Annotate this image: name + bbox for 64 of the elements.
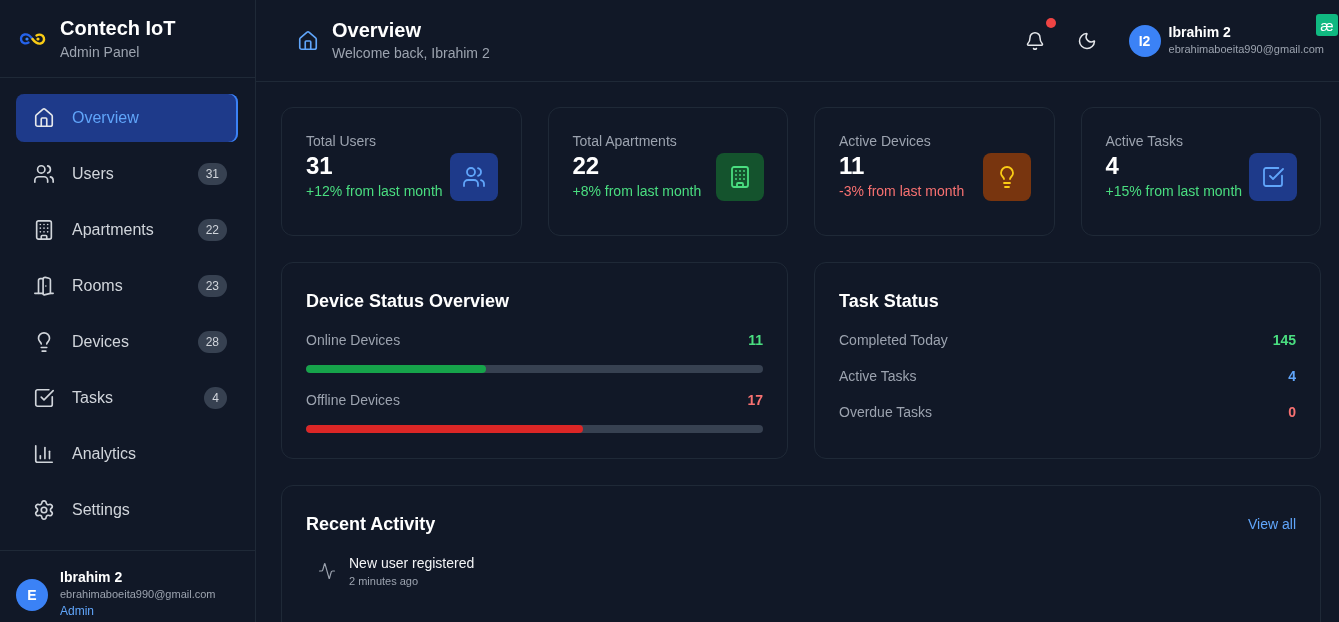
status-label: Online Devices <box>306 332 401 348</box>
users-icon <box>33 163 55 185</box>
user-email: ebrahimaboeita990@gmail.com <box>60 587 216 602</box>
brand-title: Contech IoT <box>60 15 176 40</box>
user-role: Admin <box>60 603 95 620</box>
status-count: 11 <box>748 332 763 348</box>
count-badge: 28 <box>197 331 227 353</box>
bar-chart-icon <box>33 443 55 465</box>
stat-label: Active Devices <box>839 132 932 151</box>
infinity-logo-icon <box>19 30 46 47</box>
status-label: Completed Today <box>839 332 948 348</box>
activity-title: New user registered <box>349 554 475 573</box>
bell-icon <box>1024 30 1045 51</box>
building-icon <box>33 219 55 241</box>
stat-label: Active Tasks <box>1105 132 1185 151</box>
nav-item[interactable]: Devices 28 <box>16 318 238 366</box>
door-icon <box>33 275 55 297</box>
count-badge: 4 <box>204 387 227 409</box>
user-name: Ibrahim 2 <box>60 569 124 586</box>
nav-item[interactable]: Apartments 22 <box>16 206 238 254</box>
house-icon <box>297 29 319 52</box>
stat-label: Total Users <box>306 132 378 151</box>
stat-change: +12% from last month <box>306 182 443 201</box>
count-badge: 23 <box>197 275 227 297</box>
page-subtitle: Welcome back, Ibrahim 2 <box>332 44 490 63</box>
user-name: Ibrahim 2 <box>1168 23 1232 41</box>
count-badge: 31 <box>197 163 227 185</box>
nav-item[interactable]: Tasks 4 <box>16 374 238 422</box>
nav-item[interactable]: Settings <box>16 486 238 534</box>
status-count: 17 <box>747 392 763 408</box>
brand-subtitle: Admin Panel <box>60 42 141 62</box>
page-title: Overview <box>332 18 422 42</box>
view-all-link[interactable]: View all <box>1248 516 1296 532</box>
card-title: Task Status <box>839 290 940 313</box>
pulse-icon <box>318 562 336 580</box>
stat-value: 4 <box>1105 151 1120 181</box>
moon-icon <box>1076 30 1097 51</box>
status-count: 0 <box>1288 404 1296 420</box>
user-avatar: E <box>16 578 48 611</box>
stat-change: +8% from last month <box>572 182 702 201</box>
nav-item[interactable]: Users 31 <box>16 150 238 198</box>
status-count: 4 <box>1288 368 1296 384</box>
checkbox-icon <box>33 387 55 409</box>
status-label: Overdue Tasks <box>839 404 933 420</box>
stat-value: 11 <box>839 151 866 181</box>
user-email: ebrahimaboeita990@gmail.com <box>1168 41 1324 57</box>
count-badge: 22 <box>197 219 227 241</box>
settings-icon <box>33 499 55 521</box>
stat-value: 31 <box>306 151 334 181</box>
stat-value: 22 <box>572 151 601 181</box>
user-avatar: I2 <box>1128 24 1161 57</box>
activity-time: 2 minutes ago <box>349 574 420 589</box>
nav-item[interactable]: Analytics <box>16 430 238 478</box>
status-label: Offline Devices <box>306 392 400 408</box>
house-icon <box>33 107 55 129</box>
stat-label: Total Apartments <box>572 132 678 151</box>
status-count: 145 <box>1272 332 1296 348</box>
card-title: Recent Activity <box>306 513 436 536</box>
stat-change: +15% from last month <box>1105 182 1243 201</box>
nav-item[interactable]: Rooms 23 <box>16 262 238 310</box>
card-title: Device Status Overview <box>306 290 511 313</box>
stat-change: -3% from last month <box>839 182 965 201</box>
status-label: Active Tasks <box>839 368 917 384</box>
nav-item[interactable]: Overview <box>16 94 238 142</box>
